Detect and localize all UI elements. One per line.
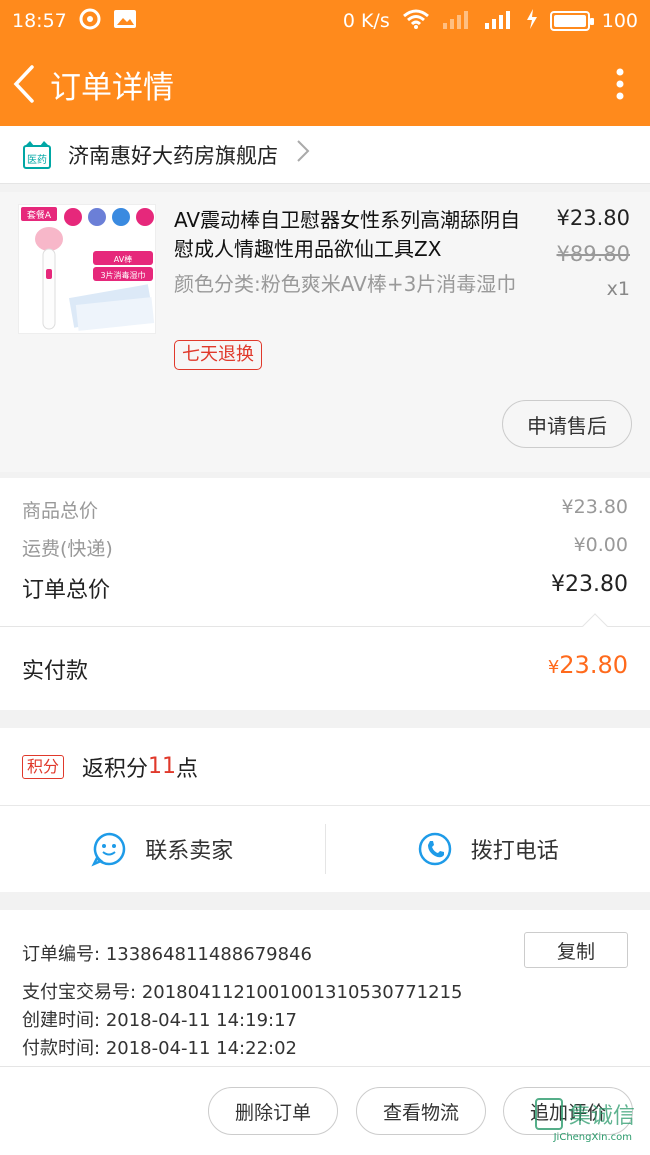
goods-total-value: ¥23.80 <box>561 496 628 518</box>
after-sale-button[interactable]: 申请售后 <box>502 400 632 448</box>
signal-icon <box>484 9 514 34</box>
paid-amount-value: 23.80 <box>559 651 628 679</box>
watermark-cn: 集诚信 <box>569 1104 635 1129</box>
created-row: 创建时间: 2018-04-11 14:19:17 <box>22 1006 297 1032</box>
paid-time-label: 付款时间: <box>22 1038 101 1059</box>
chevron-left-icon <box>13 65 34 103</box>
paid-amount: ¥23.80 <box>548 651 628 679</box>
product-price: ¥23.80 <box>556 206 630 230</box>
shipping-value: ¥0.00 <box>573 534 628 556</box>
original-price: ¥89.80 <box>556 242 630 266</box>
product-title: AV震动棒自卫慰器女性系列高潮舔阴自慰成人情趣性用品欲仙工具ZX <box>174 208 521 261</box>
alipay-label: 支付宝交易号: <box>22 982 137 1003</box>
shop-row[interactable]: 医药 济南惠好大药房旗舰店 <box>0 126 650 184</box>
bottom-action-bar: 删除订单 查看物流 追加评价 集诚信 JiChengXin.com <box>0 1066 650 1155</box>
alipay-row: 支付宝交易号: 2018041121001001310530771215 <box>22 978 462 1004</box>
order-number-row: 订单编号: 1338648114886798​46 <box>22 940 312 966</box>
network-speed: 0 K/s <box>342 10 390 32</box>
goods-total-row: 商品总价 ¥23.80 <box>22 496 628 523</box>
shop-logo-text: 医药 <box>27 154 47 166</box>
charging-icon <box>526 8 538 34</box>
product-thumbnail[interactable]: 套餐A AV棒 3片消毒湿巾 <box>18 204 156 334</box>
created-label: 创建时间: <box>22 1010 101 1031</box>
status-bar: 18:57 0 K/s 100 <box>0 0 650 42</box>
thumb-combo-label: 套餐A <box>27 209 52 221</box>
order-number-value: 1338648114886798​46 <box>105 944 312 965</box>
paid-time-value: 2018-04-11 14:22:02 <box>105 1038 297 1059</box>
contact-seller-label: 联系卖家 <box>145 839 234 864</box>
title-bar: 订单详情 <box>0 42 650 126</box>
status-time: 18:57 <box>12 10 67 32</box>
shop-name: 济南惠好大药房旗舰店 <box>68 143 278 168</box>
points-tag: 积分 <box>22 754 65 779</box>
points-text-prefix: 返积分 <box>82 756 149 782</box>
signal-empty-icon <box>442 9 472 34</box>
page-title: 订单详情 <box>50 69 174 106</box>
contact-seller-button[interactable]: 联系卖家 <box>0 806 325 892</box>
order-total-label: 订单总价 <box>22 578 111 603</box>
watermark-text: JiChengXin.com <box>553 1132 632 1143</box>
copy-button[interactable]: 复制 <box>524 932 628 968</box>
contact-bar: 联系卖家 拨打电话 <box>0 806 650 892</box>
more-vertical-icon <box>616 68 624 100</box>
points-text-suffix: 点 <box>176 756 199 782</box>
paid-label: 实付款 <box>22 659 89 684</box>
app-notification-icon <box>79 8 101 35</box>
order-info: 订单编号: 1338648114886798​46 复制 支付宝交易号: 201… <box>0 910 650 1070</box>
more-menu-button[interactable] <box>590 42 650 126</box>
alipay-value: 2018041121001001310530771215 <box>141 982 463 1003</box>
paid-row: 实付款 ¥23.80 <box>0 613 650 710</box>
order-total-value: ¥23.80 <box>551 572 628 597</box>
battery-level: 100 <box>601 10 638 32</box>
call-label: 拨打电话 <box>470 839 559 864</box>
goods-total-label: 商品总价 <box>22 500 99 522</box>
image-notification-icon <box>113 9 137 34</box>
phone-icon <box>418 832 451 866</box>
points-number: 11 <box>148 754 177 779</box>
shop-logo: 医药 <box>22 140 52 170</box>
paid-time-row: 付款时间: 2018-04-11 14:22:02 <box>22 1034 297 1060</box>
order-item[interactable]: 套餐A AV棒 3片消毒湿巾 AV震动棒自卫慰器女性系列高潮舔阴自慰成人情趣性用… <box>0 192 650 472</box>
product-sku: 颜色分类:粉色爽米AV棒+3片消毒湿巾 <box>174 272 517 296</box>
thumb-tag-wipes: 3片消毒湿巾 <box>100 270 145 280</box>
created-value: 2018-04-11 14:19:17 <box>105 1010 297 1031</box>
wifi-icon <box>402 9 430 34</box>
chevron-right-icon <box>296 139 310 170</box>
back-button[interactable] <box>0 42 48 126</box>
delete-order-button[interactable]: 删除订单 <box>208 1087 338 1135</box>
shipping-label: 运费(快递) <box>22 538 113 560</box>
order-total-row: 订单总价 ¥23.80 <box>22 572 628 604</box>
battery-icon <box>549 11 594 31</box>
price-summary: 商品总价 ¥23.80 运费(快递) ¥0.00 订单总价 ¥23.80 <box>0 478 650 626</box>
thumb-tag-av: AV棒 <box>114 254 132 264</box>
view-logistics-button[interactable]: 查看物流 <box>356 1087 486 1135</box>
call-button[interactable]: 拨打电话 <box>326 806 650 892</box>
shipping-row: 运费(快递) ¥0.00 <box>22 534 628 561</box>
points-row: 积分 返积分 11 点 <box>0 728 650 806</box>
order-number-label: 订单编号: <box>22 944 101 965</box>
watermark: 集诚信 JiChengXin.com <box>532 1095 642 1145</box>
return-policy-badge: 七天退换 <box>174 340 262 370</box>
paid-currency: ¥ <box>547 657 560 678</box>
chat-icon <box>91 832 126 867</box>
product-quantity: x1 <box>606 278 630 300</box>
